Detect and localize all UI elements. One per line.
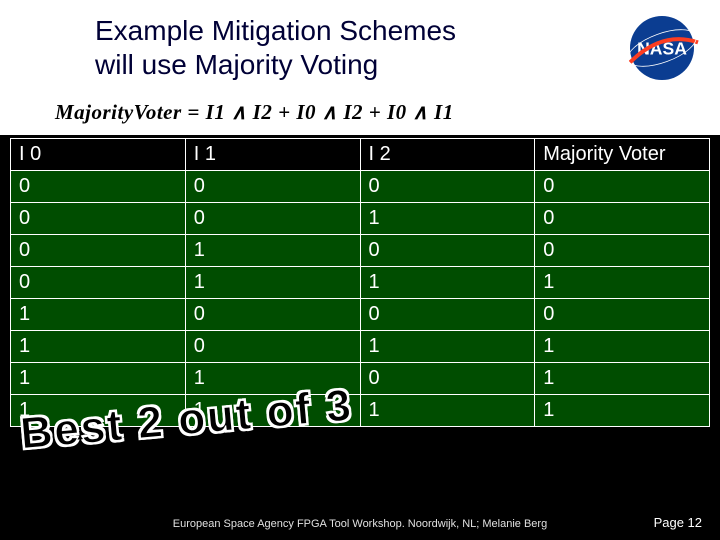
table-row: 1000 — [11, 299, 710, 331]
nasa-logo-icon: NASA — [622, 14, 702, 82]
col-header-majority: Majority Voter — [535, 139, 710, 171]
table-row: 1101 — [11, 363, 710, 395]
truth-table: I 0 I 1 I 2 Majority Voter 0000 0010 010… — [10, 138, 710, 427]
formula-text: MajorityVoter = I1 ∧ I2 + I0 ∧ I2 + I0 ∧… — [55, 100, 454, 125]
col-header-i2: I 2 — [360, 139, 535, 171]
slide-title: Example Mitigation Schemes will use Majo… — [95, 14, 575, 81]
footer-text: European Space Agency FPGA Tool Workshop… — [0, 518, 720, 530]
table-row: 1011 — [11, 331, 710, 363]
col-header-i1: I 1 — [185, 139, 360, 171]
table-row: 0000 — [11, 171, 710, 203]
title-line-1: Example Mitigation Schemes — [95, 15, 456, 46]
col-header-i0: I 0 — [11, 139, 186, 171]
table-row: 0100 — [11, 235, 710, 267]
table-row: 0111 — [11, 267, 710, 299]
table-row: 0010 — [11, 203, 710, 235]
title-line-2: will use Majority Voting — [95, 49, 378, 80]
table-header-row: I 0 I 1 I 2 Majority Voter — [11, 139, 710, 171]
page-number: Page 12 — [654, 515, 702, 530]
